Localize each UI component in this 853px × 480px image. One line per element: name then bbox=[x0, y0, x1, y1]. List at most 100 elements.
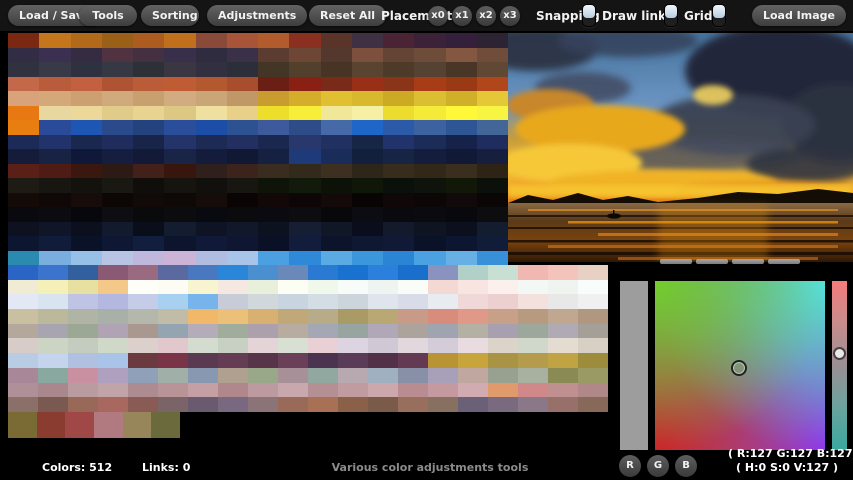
palette-cell[interactable] bbox=[38, 324, 68, 339]
palette-cell[interactable] bbox=[8, 48, 39, 63]
palette-cell[interactable] bbox=[151, 412, 180, 438]
palette-cell[interactable] bbox=[128, 368, 158, 383]
side-bar-selector-knob[interactable] bbox=[835, 349, 844, 358]
palette-cell[interactable] bbox=[188, 353, 218, 368]
palette-cell[interactable] bbox=[414, 222, 445, 237]
palette-cell[interactable] bbox=[428, 265, 458, 280]
palette-cell[interactable] bbox=[446, 77, 477, 92]
palette-cell[interactable] bbox=[218, 324, 248, 339]
palette-cell[interactable] bbox=[289, 193, 320, 208]
palette-cell[interactable] bbox=[227, 207, 258, 222]
palette-cell[interactable] bbox=[258, 120, 289, 135]
palette-cell[interactable] bbox=[289, 164, 320, 179]
palette-cell[interactable] bbox=[548, 353, 578, 368]
palette-cell[interactable] bbox=[133, 62, 164, 77]
palette-cell[interactable] bbox=[196, 207, 227, 222]
palette-cell[interactable] bbox=[128, 309, 158, 324]
palette-cell[interactable] bbox=[102, 106, 133, 121]
palette-cell[interactable] bbox=[218, 309, 248, 324]
palette-cell[interactable] bbox=[352, 236, 383, 251]
palette-cell[interactable] bbox=[414, 164, 445, 179]
palette-cell[interactable] bbox=[158, 383, 188, 398]
palette-cell[interactable] bbox=[133, 251, 164, 266]
palette-cell[interactable] bbox=[164, 135, 195, 150]
palette-cell[interactable] bbox=[458, 368, 488, 383]
image-pager-bar[interactable] bbox=[660, 259, 692, 264]
palette-cell[interactable] bbox=[8, 178, 39, 193]
adjustments-button[interactable]: Adjustments bbox=[207, 5, 307, 26]
palette-cell[interactable] bbox=[164, 33, 195, 48]
palette-cell[interactable] bbox=[414, 236, 445, 251]
palette-cell[interactable] bbox=[477, 135, 508, 150]
palette-cell[interactable] bbox=[164, 149, 195, 164]
palette-cell[interactable] bbox=[488, 383, 518, 398]
palette-cell[interactable] bbox=[218, 294, 248, 309]
palette-cell[interactable] bbox=[8, 265, 38, 280]
palette-cell[interactable] bbox=[308, 383, 338, 398]
palette-cell[interactable] bbox=[98, 368, 128, 383]
palette-cell[interactable] bbox=[71, 222, 102, 237]
palette-cell[interactable] bbox=[248, 294, 278, 309]
palette-cell[interactable] bbox=[368, 397, 398, 412]
palette-cell[interactable] bbox=[39, 207, 70, 222]
palette-cell[interactable] bbox=[8, 353, 38, 368]
palette-cell[interactable] bbox=[368, 265, 398, 280]
palette-cell[interactable] bbox=[488, 338, 518, 353]
palette-cell[interactable] bbox=[428, 338, 458, 353]
palette-cell[interactable] bbox=[248, 338, 278, 353]
palette-cell[interactable] bbox=[446, 251, 477, 266]
placement-x2-button[interactable]: x2 bbox=[476, 6, 496, 26]
palette-cell[interactable] bbox=[278, 309, 308, 324]
palette-cell[interactable] bbox=[248, 368, 278, 383]
palette-cell[interactable] bbox=[38, 383, 68, 398]
palette-cell[interactable] bbox=[548, 280, 578, 295]
palette-cell[interactable] bbox=[398, 338, 428, 353]
palette-cell[interactable] bbox=[71, 178, 102, 193]
palette-cell[interactable] bbox=[383, 236, 414, 251]
palette-cell[interactable] bbox=[414, 62, 445, 77]
palette-cell[interactable] bbox=[258, 236, 289, 251]
palette-cell[interactable] bbox=[218, 280, 248, 295]
palette-cell[interactable] bbox=[446, 62, 477, 77]
palette-cell[interactable] bbox=[133, 164, 164, 179]
palette-cell[interactable] bbox=[578, 338, 608, 353]
palette-cell[interactable] bbox=[458, 324, 488, 339]
palette-cell[interactable] bbox=[368, 383, 398, 398]
palette-cell[interactable] bbox=[71, 149, 102, 164]
palette-cell[interactable] bbox=[289, 48, 320, 63]
palette-cell[interactable] bbox=[321, 106, 352, 121]
palette-cell[interactable] bbox=[8, 324, 38, 339]
palette-cell[interactable] bbox=[321, 149, 352, 164]
palette-cell[interactable] bbox=[308, 397, 338, 412]
palette-grid-top[interactable] bbox=[8, 33, 508, 265]
palette-cell[interactable] bbox=[68, 294, 98, 309]
palette-cell[interactable] bbox=[578, 383, 608, 398]
palette-cell[interactable] bbox=[352, 106, 383, 121]
palette-cell[interactable] bbox=[308, 265, 338, 280]
palette-cell[interactable] bbox=[446, 135, 477, 150]
palette-cell[interactable] bbox=[289, 135, 320, 150]
palette-cell[interactable] bbox=[321, 236, 352, 251]
palette-cell[interactable] bbox=[477, 33, 508, 48]
palette-cell[interactable] bbox=[68, 280, 98, 295]
palette-cell[interactable] bbox=[248, 324, 278, 339]
palette-cell[interactable] bbox=[458, 309, 488, 324]
palette-cell[interactable] bbox=[488, 265, 518, 280]
palette-cell[interactable] bbox=[308, 309, 338, 324]
palette-cell[interactable] bbox=[8, 368, 38, 383]
palette-cell[interactable] bbox=[458, 338, 488, 353]
palette-cell[interactable] bbox=[98, 353, 128, 368]
palette-cell[interactable] bbox=[71, 207, 102, 222]
palette-cell[interactable] bbox=[196, 149, 227, 164]
palette-cell[interactable] bbox=[158, 309, 188, 324]
palette-cell[interactable] bbox=[38, 309, 68, 324]
palette-cell[interactable] bbox=[39, 135, 70, 150]
palette-cell[interactable] bbox=[321, 178, 352, 193]
palette-cell[interactable] bbox=[218, 383, 248, 398]
palette-cell[interactable] bbox=[8, 294, 38, 309]
palette-cell[interactable] bbox=[188, 324, 218, 339]
palette-cell[interactable] bbox=[133, 120, 164, 135]
palette-cell[interactable] bbox=[39, 33, 70, 48]
palette-cell[interactable] bbox=[188, 294, 218, 309]
palette-cell[interactable] bbox=[289, 178, 320, 193]
